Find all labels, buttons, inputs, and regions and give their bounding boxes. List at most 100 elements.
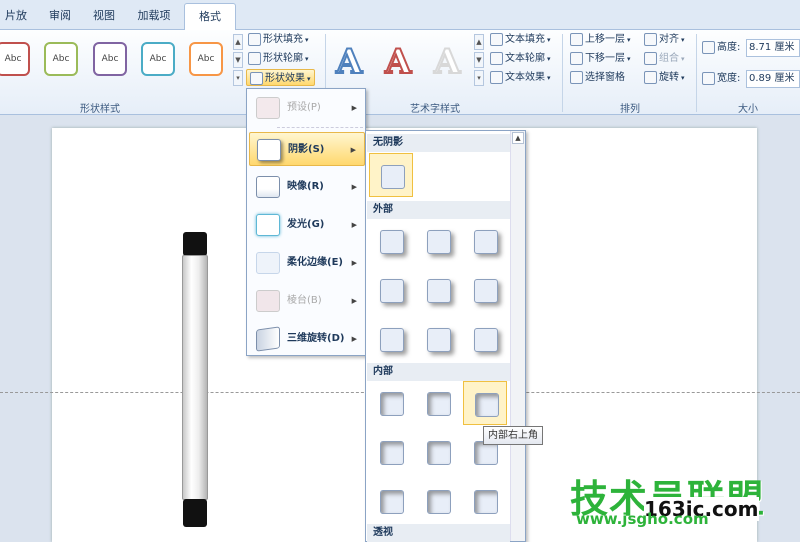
menu-item-bevel[interactable]: 棱台(B) ▶ xyxy=(249,284,365,318)
width-icon xyxy=(702,71,715,85)
gallery-scroll-up[interactable]: ▲ xyxy=(233,34,243,50)
shadow-option-inner[interactable] xyxy=(416,430,460,474)
menu-item-soft-edges[interactable]: 柔化边缘(E) ▶ xyxy=(249,246,365,280)
tab-addins[interactable]: 加载项 xyxy=(128,5,180,30)
3d-rotation-icon xyxy=(256,326,280,352)
shadow-option-outer[interactable] xyxy=(369,317,413,361)
group-separator xyxy=(562,34,563,112)
shadow-option-none[interactable] xyxy=(369,153,413,197)
shadow-option-outer[interactable] xyxy=(369,219,413,263)
pen-top-cap[interactable] xyxy=(183,232,207,256)
shape-style-swatch-aqua[interactable]: Abc xyxy=(141,42,175,76)
gallery-scroll-down[interactable]: ▼ xyxy=(233,52,243,68)
bring-forward-icon xyxy=(570,32,583,46)
chevron-right-icon: ▶ xyxy=(351,335,357,343)
paint-bucket-icon xyxy=(248,32,261,46)
section-header-no-shadow: 无阴影 xyxy=(367,134,510,152)
pen-bottom-cap[interactable] xyxy=(183,499,207,527)
shadow-option-outer[interactable] xyxy=(416,219,460,263)
shadow-option-inner-top-right[interactable] xyxy=(463,381,507,425)
shape-fill-button[interactable]: 形状填充 ▾ xyxy=(248,31,309,48)
selection-pane-button[interactable]: 选择窗格 xyxy=(570,69,625,86)
rotate-button[interactable]: 旋转 ▾ xyxy=(644,69,685,86)
shadow-option-inner[interactable] xyxy=(463,479,507,523)
submenu-scrollbar[interactable]: ▲ xyxy=(510,131,525,541)
wordart-scroll-down[interactable]: ▼ xyxy=(474,52,484,68)
shape-effects-icon xyxy=(250,71,263,85)
section-header-inner: 内部 xyxy=(367,363,510,381)
text-effects-button[interactable]: 文本效果 ▾ xyxy=(490,69,551,86)
bevel-icon xyxy=(256,290,280,312)
menu-item-preset[interactable]: 预设(P) ▶ xyxy=(249,91,365,125)
shape-style-swatch-green[interactable]: Abc xyxy=(44,42,78,76)
send-backward-button[interactable]: 下移一层 ▾ xyxy=(570,50,631,67)
shadow-icon xyxy=(257,139,281,161)
send-backward-icon xyxy=(570,51,583,65)
group-icon xyxy=(644,51,657,65)
tab-review[interactable]: 审阅 xyxy=(40,5,80,30)
shadow-option-inner[interactable] xyxy=(416,381,460,425)
tab-slideshow[interactable]: 片放映 xyxy=(0,5,32,44)
align-icon xyxy=(644,32,657,46)
rotate-icon xyxy=(644,70,657,84)
soft-edges-icon xyxy=(256,252,280,274)
group-separator xyxy=(696,34,697,112)
tab-view[interactable]: 视图 xyxy=(84,5,124,30)
wordart-style-gray[interactable]: A xyxy=(433,41,461,83)
wordart-style-red[interactable]: A xyxy=(384,41,412,83)
menu-item-reflection[interactable]: 映像(R) ▶ xyxy=(249,170,365,204)
text-outline-button[interactable]: 文本轮廓 ▾ xyxy=(490,50,551,67)
group-button[interactable]: 组合 ▾ xyxy=(644,50,685,67)
shadow-option-outer[interactable] xyxy=(463,268,507,312)
shape-effects-menu: 预设(P) ▶ 阴影(S) ▶ 映像(R) ▶ 发光(G) ▶ 柔化边缘(E) … xyxy=(246,88,366,356)
shadow-option-outer[interactable] xyxy=(416,317,460,361)
group-label-wordart: 艺术字样式 xyxy=(410,104,460,115)
shadow-option-inner[interactable] xyxy=(369,479,413,523)
preset-icon xyxy=(256,97,280,119)
shadow-option-outer[interactable] xyxy=(463,317,507,361)
reflection-icon xyxy=(256,176,280,198)
wordart-more[interactable]: ▾ xyxy=(474,70,484,86)
menu-item-3d-rotation[interactable]: 三维旋转(D) ▶ xyxy=(249,322,365,356)
shape-effects-button[interactable]: 形状效果 ▾ xyxy=(246,69,315,86)
text-fill-button[interactable]: 文本填充 ▾ xyxy=(490,31,551,48)
chevron-right-icon: ▶ xyxy=(351,183,357,191)
height-input[interactable]: 8.71 厘米 xyxy=(746,39,800,57)
tab-format[interactable]: 格式 xyxy=(184,3,236,31)
powerpoint-window: 片放映 审阅 视图 加载项 格式 Abc Abc Abc Abc Abc ▲ ▼… xyxy=(0,0,800,542)
align-button[interactable]: 对齐 ▾ xyxy=(644,31,685,48)
shape-outline-button[interactable]: 形状轮廓 ▾ xyxy=(248,50,309,67)
shadow-option-inner[interactable] xyxy=(369,381,413,425)
bring-forward-button[interactable]: 上移一层 ▾ xyxy=(570,31,631,48)
chevron-right-icon: ▶ xyxy=(351,297,357,305)
ribbon-tab-bar: 片放映 审阅 视图 加载项 格式 xyxy=(0,0,800,44)
text-outline-icon xyxy=(490,51,503,65)
gallery-more[interactable]: ▾ xyxy=(233,70,243,86)
group-label-shape-styles: 形状样式 xyxy=(80,104,120,115)
shadow-option-outer[interactable] xyxy=(463,219,507,263)
shadow-option-outer[interactable] xyxy=(369,268,413,312)
width-input[interactable]: 0.89 厘米 xyxy=(746,70,800,88)
wordart-style-blue[interactable]: A xyxy=(335,41,363,83)
pencil-icon xyxy=(248,51,261,65)
height-label: 高度: xyxy=(702,39,740,56)
shadow-option-inner[interactable] xyxy=(416,479,460,523)
watermark-url: www.jsgho.com xyxy=(576,510,709,528)
shape-style-swatch-red[interactable]: Abc xyxy=(0,42,30,76)
shape-style-swatch-orange[interactable]: Abc xyxy=(189,42,223,76)
scroll-up-icon[interactable]: ▲ xyxy=(512,132,524,144)
menu-item-glow[interactable]: 发光(G) ▶ xyxy=(249,208,365,242)
shadow-option-inner[interactable] xyxy=(369,430,413,474)
selection-pane-icon xyxy=(570,70,583,84)
shadow-option-outer[interactable] xyxy=(416,268,460,312)
wordart-scroll-up[interactable]: ▲ xyxy=(474,34,484,50)
section-header-perspective: 透视 xyxy=(367,524,510,542)
menu-item-shadow[interactable]: 阴影(S) ▶ xyxy=(249,132,365,166)
shape-style-swatch-purple[interactable]: Abc xyxy=(93,42,127,76)
width-label: 宽度: xyxy=(702,70,740,87)
glow-icon xyxy=(256,214,280,236)
pen-body-shape[interactable] xyxy=(182,255,208,500)
group-label-size: 大小 xyxy=(738,104,758,115)
shadow-submenu: 无阴影 外部 内部 透视 ▲ xyxy=(365,130,526,542)
chevron-right-icon: ▶ xyxy=(351,104,357,112)
